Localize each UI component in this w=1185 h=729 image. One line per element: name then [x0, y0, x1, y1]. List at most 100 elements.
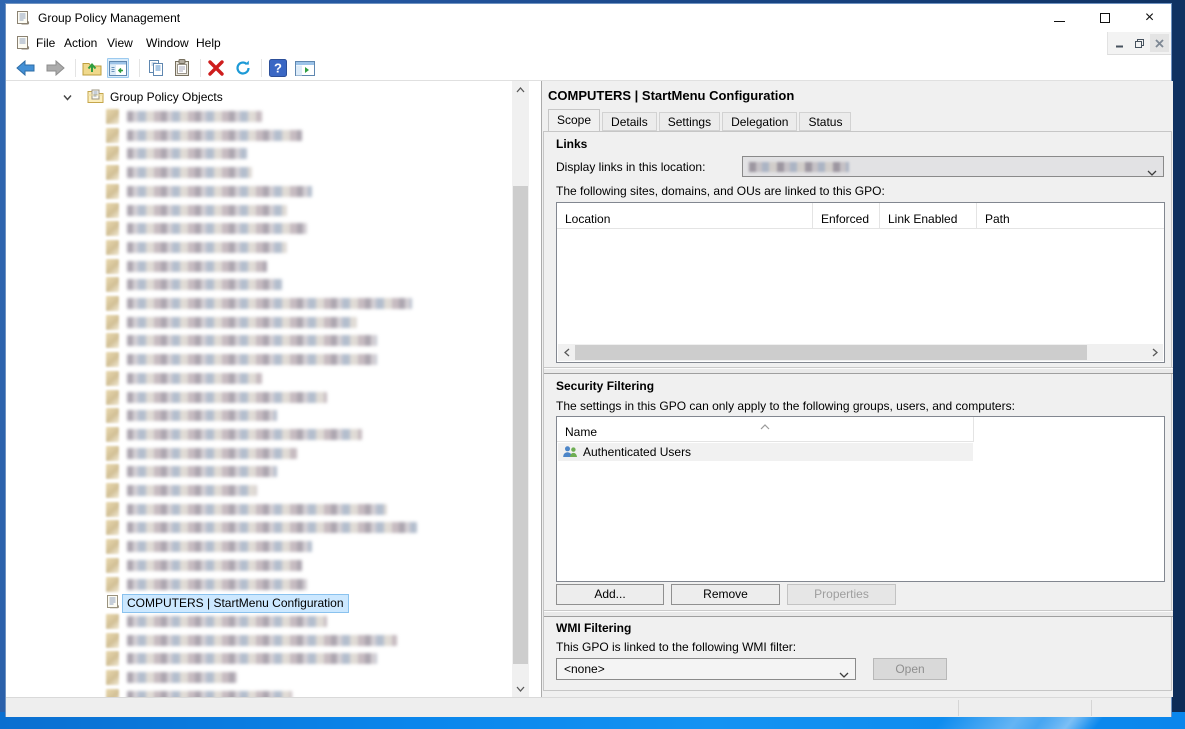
tree-item-redacted-gpo[interactable]: [6, 145, 529, 163]
scroll-up-arrow[interactable]: [512, 81, 529, 98]
tree-item-redacted-gpo[interactable]: [6, 351, 529, 369]
tree-item-redacted-gpo[interactable]: [6, 127, 529, 145]
tree-item-redacted-gpo[interactable]: [6, 445, 529, 463]
scroll-left-arrow[interactable]: [558, 344, 575, 361]
tree-item-redacted-gpo[interactable]: [6, 370, 529, 388]
properties-button: Properties: [787, 584, 896, 605]
results-pane: COMPUTERS | StartMenu Configuration Scop…: [541, 81, 1173, 697]
security-filtering-heading: Security Filtering: [556, 379, 654, 393]
add-button[interactable]: Add...: [556, 584, 664, 605]
tree-item-redacted-gpo[interactable]: [6, 183, 529, 201]
remove-button[interactable]: Remove: [671, 584, 780, 605]
forward-button[interactable]: [44, 58, 66, 78]
section-divider[interactable]: [544, 368, 1173, 374]
tree-item-redacted-gpo[interactable]: [6, 202, 529, 220]
tree-item-redacted-gpo[interactable]: [6, 557, 529, 575]
maximize-button[interactable]: [1082, 4, 1127, 32]
tree-root-group-policy-objects[interactable]: Group Policy Objects: [6, 88, 529, 107]
delete-button[interactable]: [205, 58, 227, 78]
tab-scope[interactable]: Scope: [548, 109, 600, 131]
redacted-text: [127, 317, 357, 328]
console-child-icon: [15, 35, 31, 51]
tab-delegation[interactable]: Delegation: [722, 112, 797, 131]
tree-item-redacted-gpo[interactable]: [6, 332, 529, 350]
copy-button[interactable]: [145, 58, 167, 78]
show-console-tree-button[interactable]: [107, 58, 129, 78]
show-window-button[interactable]: [294, 58, 316, 78]
close-button[interactable]: ×: [1127, 4, 1172, 32]
tree-item-redacted-gpo[interactable]: [6, 314, 529, 332]
refresh-icon: [234, 59, 252, 77]
tree-item-label: COMPUTERS | StartMenu Configuration: [122, 594, 349, 613]
column-link-enabled[interactable]: Link Enabled: [880, 203, 977, 229]
tree-item-redacted-gpo[interactable]: [6, 276, 529, 294]
tree-item-redacted-gpo[interactable]: [6, 613, 529, 631]
redacted-text: [127, 466, 277, 477]
tree-item-redacted-gpo[interactable]: [6, 632, 529, 650]
mdi-minimize-button[interactable]: [1110, 34, 1129, 52]
tree-item-redacted-gpo[interactable]: [6, 164, 529, 182]
tree-item-redacted-gpo[interactable]: [6, 295, 529, 313]
paste-button[interactable]: [171, 58, 193, 78]
menu-action[interactable]: Action: [60, 32, 101, 55]
up-one-level-button[interactable]: [81, 58, 103, 78]
gpo-icon: [106, 240, 119, 255]
redacted-text: [127, 560, 302, 571]
tree-item-redacted-gpo[interactable]: [6, 501, 529, 519]
tree-item-redacted-gpo[interactable]: [6, 239, 529, 257]
scroll-thumb[interactable]: [575, 345, 1087, 360]
column-path[interactable]: Path: [977, 203, 1164, 229]
gpo-icon: [106, 128, 119, 143]
section-divider[interactable]: [544, 611, 1173, 617]
window-title: Group Policy Management: [38, 4, 180, 32]
help-button[interactable]: ?: [267, 58, 289, 78]
scroll-right-arrow[interactable]: [1146, 344, 1163, 361]
tree-vertical-scrollbar[interactable]: [512, 81, 529, 697]
tab-details[interactable]: Details: [602, 112, 657, 131]
tree-item-redacted-gpo[interactable]: [6, 463, 529, 481]
tree-item-redacted-gpo[interactable]: [6, 688, 529, 697]
tree-item-redacted-gpo[interactable]: [6, 650, 529, 668]
gpo-icon: [106, 352, 119, 367]
gpo-folder-icon: [87, 89, 104, 107]
back-button[interactable]: [15, 58, 37, 78]
tree-item-redacted-gpo[interactable]: [6, 108, 529, 126]
column-enforced[interactable]: Enforced: [813, 203, 880, 229]
tree-item-redacted-gpo[interactable]: [6, 519, 529, 537]
tree-item-redacted-gpo[interactable]: [6, 220, 529, 238]
tree-item-redacted-gpo[interactable]: [6, 482, 529, 500]
tab-status[interactable]: Status: [799, 112, 851, 131]
chevron-down-icon[interactable]: [62, 92, 73, 106]
tree-item-redacted-gpo[interactable]: [6, 389, 529, 407]
tree-item-redacted-gpo[interactable]: [6, 426, 529, 444]
tree-item-selected-gpo[interactable]: COMPUTERS | StartMenu Configuration: [6, 594, 529, 612]
tree-item-redacted-gpo[interactable]: [6, 576, 529, 594]
menu-view[interactable]: View: [103, 32, 137, 55]
wmi-filter-combobox[interactable]: <none>: [556, 658, 856, 680]
toolbar-separator: [139, 59, 140, 77]
scroll-thumb[interactable]: [513, 186, 528, 664]
scroll-down-arrow[interactable]: [512, 680, 529, 697]
links-horizontal-scrollbar[interactable]: [558, 344, 1163, 361]
refresh-button[interactable]: [232, 58, 254, 78]
menu-window[interactable]: Window: [142, 32, 193, 55]
column-name[interactable]: Name: [557, 417, 974, 442]
minimize-button[interactable]: [1037, 4, 1082, 32]
tree-item-redacted-gpo[interactable]: [6, 407, 529, 425]
console-body: Group Policy Objects COMPUTERS | StartMe…: [6, 81, 1171, 697]
mdi-close-button[interactable]: [1150, 34, 1169, 52]
menu-file[interactable]: File: [32, 32, 59, 55]
display-location-combobox[interactable]: [742, 156, 1164, 177]
users-icon: [562, 445, 578, 459]
tab-settings[interactable]: Settings: [659, 112, 720, 131]
mdi-restore-button[interactable]: [1130, 34, 1149, 52]
security-principal-row[interactable]: Authenticated Users: [558, 443, 973, 461]
tree-item-redacted-gpo[interactable]: [6, 258, 529, 276]
pane-splitter[interactable]: [529, 81, 541, 697]
menu-help[interactable]: Help: [192, 32, 225, 55]
column-location[interactable]: Location: [557, 203, 813, 229]
tree-item-redacted-gpo[interactable]: [6, 538, 529, 556]
redacted-text: [127, 373, 262, 384]
tree-item-redacted-gpo[interactable]: [6, 669, 529, 687]
gpo-icon: [106, 408, 119, 423]
